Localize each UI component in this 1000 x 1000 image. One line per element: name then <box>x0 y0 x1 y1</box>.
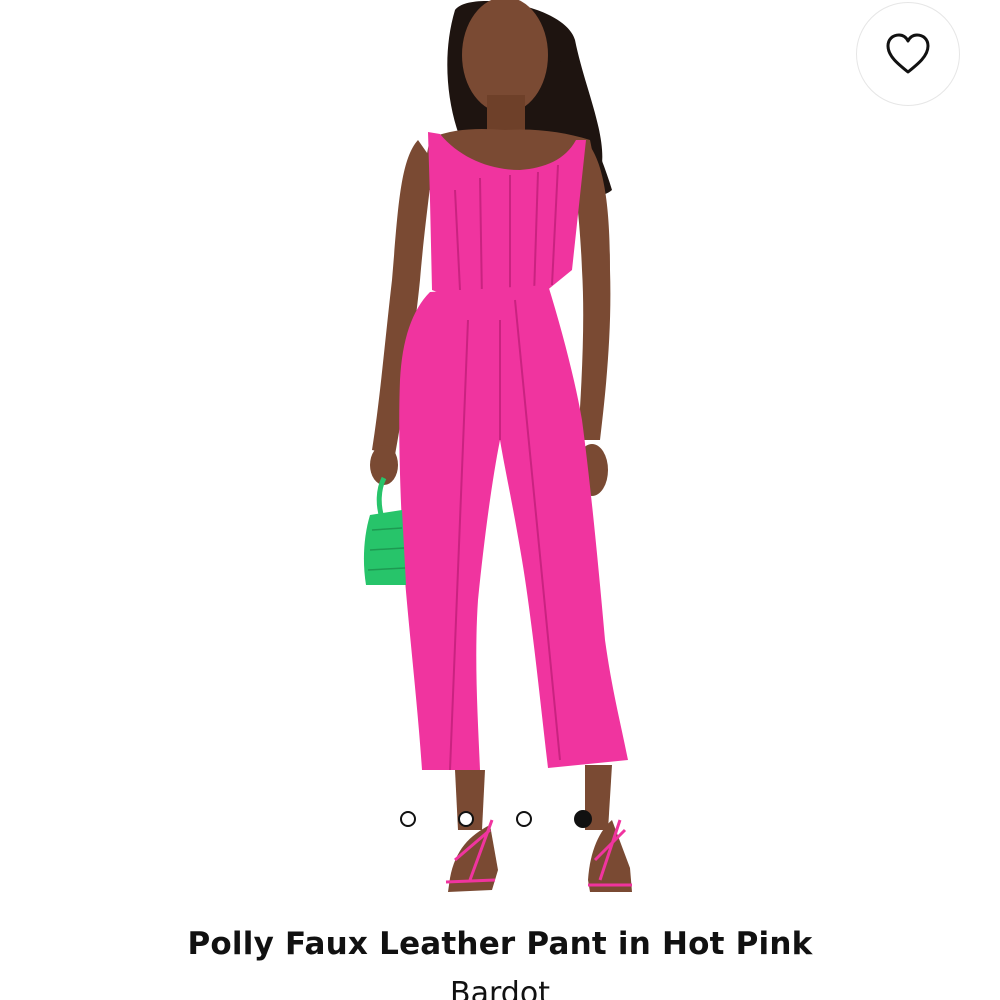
carousel-dot[interactable] <box>574 810 592 828</box>
heart-outline-icon <box>886 33 930 74</box>
carousel-dot[interactable] <box>400 811 416 827</box>
product-page: Polly Faux Leather Pant in Hot Pink Bard… <box>0 0 1000 1000</box>
product-brand[interactable]: Bardot <box>0 976 1000 1000</box>
product-title: Polly Faux Leather Pant in Hot Pink <box>187 926 813 962</box>
carousel-dots <box>400 808 592 830</box>
model-photo <box>363 0 632 892</box>
carousel-dot[interactable] <box>516 811 532 827</box>
product-image[interactable] <box>0 0 1000 920</box>
carousel-dot[interactable] <box>458 811 474 827</box>
wishlist-button[interactable] <box>856 2 960 106</box>
